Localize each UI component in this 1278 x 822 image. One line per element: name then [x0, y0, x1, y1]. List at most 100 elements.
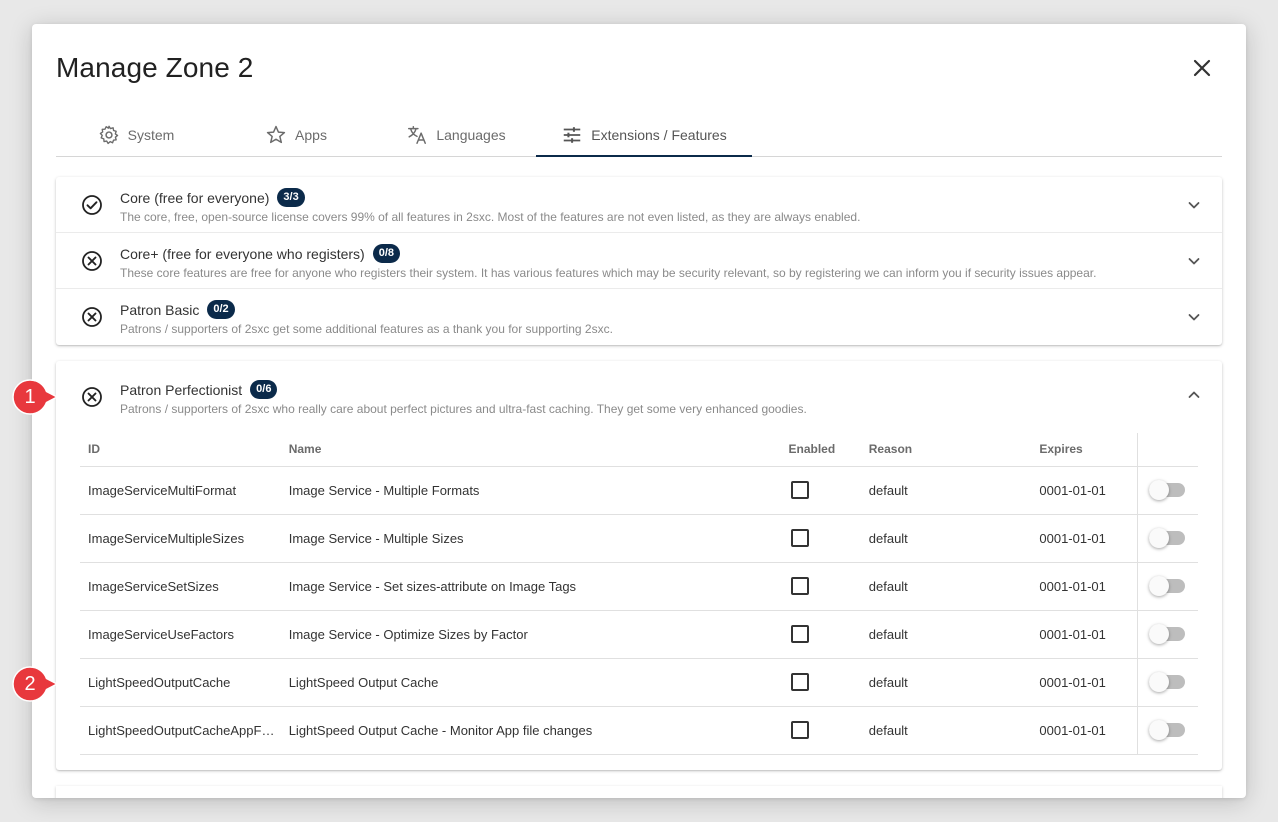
toggle-knob: [1149, 720, 1170, 740]
feature-id: ImageServiceMultipleSizes: [80, 514, 281, 563]
feature-id: LightSpeedOutputCache: [80, 658, 281, 707]
panel-description: The core, free, open-source license cove…: [120, 210, 861, 224]
feature-id: ImageServiceMultiFormat: [80, 466, 281, 515]
star-icon: [266, 125, 286, 144]
enabled-cell: [780, 658, 861, 707]
feature-name: Image Service - Multiple Sizes: [280, 514, 781, 563]
table-row: LightSpeedOutputCache LightSpeed Output …: [80, 658, 1198, 707]
panel-title: Core (free for everyone) 3/3: [120, 188, 305, 207]
feature-toggle[interactable]: [1149, 576, 1186, 596]
table-row: ImageServiceSetSizes Image Service - Set…: [80, 562, 1198, 611]
feature-expires: 0001-01-01: [1031, 658, 1138, 707]
feature-reason: default: [860, 466, 1032, 515]
x-circle-icon: [82, 387, 102, 407]
panel-title: Patron Basic 0/2: [120, 300, 235, 319]
col-enabled[interactable]: Enabled: [780, 433, 861, 467]
chevron-down-icon[interactable]: [1186, 197, 1202, 213]
enabled-checkbox[interactable]: [791, 721, 810, 739]
table-row: ImageServiceMultipleSizes Image Service …: [80, 514, 1198, 563]
feature-name: Image Service - Set sizes-attribute on I…: [280, 562, 781, 611]
panel-title-text: Core+ (free for everyone who registers): [120, 245, 365, 262]
enabled-cell: [780, 706, 861, 755]
chevron-down-icon[interactable]: [1186, 309, 1202, 325]
close-button[interactable]: [1188, 54, 1216, 82]
feature-name: Image Service - Optimize Sizes by Factor: [280, 610, 781, 659]
feature-toggle[interactable]: [1149, 528, 1186, 548]
marker-label: 1: [24, 385, 36, 408]
feature-id: ImageServiceUseFactors: [80, 610, 281, 659]
panel-title-text: Patron Perfectionist: [120, 381, 243, 398]
panel-title-text: Core (free for everyone): [120, 189, 270, 206]
count-badge: 0/8: [372, 244, 401, 263]
toggle-cell: [1137, 658, 1198, 707]
col-reason[interactable]: Reason: [860, 433, 1032, 467]
tab-system[interactable]: System: [56, 114, 216, 156]
tab-apps[interactable]: Apps: [216, 114, 376, 156]
feature-expires: 0001-01-01: [1031, 514, 1138, 563]
panel-patron-basic[interactable]: Patron Basic 0/2 Patrons / supporters of …: [56, 289, 1222, 345]
next-panel-peek: [56, 786, 1222, 798]
panel-description: Patrons / supporters of 2sxc who really …: [120, 402, 807, 416]
col-expires[interactable]: Expires: [1031, 433, 1138, 467]
feature-id: ImageServiceSetSizes: [80, 562, 281, 611]
feature-expires: 0001-01-01: [1031, 562, 1138, 611]
panel-header[interactable]: Patron Perfectionist 0/6 Patrons / suppor…: [56, 361, 1222, 417]
enabled-cell: [780, 514, 861, 563]
chevron-up-icon[interactable]: [1186, 387, 1202, 403]
feature-reason: default: [860, 706, 1032, 755]
panel-title-text: Patron Basic: [120, 301, 200, 318]
chevron-down-icon[interactable]: [1186, 253, 1202, 269]
panel-title: Core+ (free for everyone who registers) 0…: [120, 244, 401, 263]
toggle-cell: [1137, 514, 1198, 563]
tab-bar: System Apps Languages Extensions / Featu…: [56, 114, 1222, 157]
toggle-knob: [1149, 576, 1170, 596]
toggle-knob: [1149, 528, 1170, 548]
col-name[interactable]: Name: [280, 433, 781, 467]
feature-toggle[interactable]: [1149, 672, 1186, 692]
toggle-knob: [1149, 624, 1170, 644]
feature-expires: 0001-01-01: [1031, 466, 1138, 515]
feature-toggle[interactable]: [1149, 624, 1186, 644]
x-circle-icon: [82, 251, 102, 271]
tab-extensions-label: Extensions / Features: [591, 126, 727, 143]
enabled-checkbox[interactable]: [791, 481, 810, 499]
toggle-cell: [1137, 562, 1198, 611]
enabled-cell: [780, 466, 861, 515]
x-circle-icon: [82, 307, 102, 327]
enabled-checkbox[interactable]: [791, 577, 810, 595]
enabled-checkbox[interactable]: [791, 529, 810, 547]
panel-description: Patrons / supporters of 2sxc get some ad…: [120, 322, 613, 336]
toggle-cell: [1137, 610, 1198, 659]
tab-extensions-features[interactable]: Extensions / Features: [536, 114, 752, 157]
tab-languages-label: Languages: [436, 127, 506, 143]
check-circle-icon: [82, 195, 102, 215]
col-id[interactable]: ID: [80, 433, 281, 467]
toggle-cell: [1137, 466, 1198, 515]
feature-toggle[interactable]: [1149, 720, 1186, 740]
panel-core[interactable]: Core (free for everyone) 3/3 The core, fr…: [56, 177, 1222, 233]
feature-name: Image Service - Multiple Formats: [280, 466, 781, 515]
feature-reason: default: [860, 610, 1032, 659]
feature-name: LightSpeed Output Cache: [280, 658, 781, 707]
tune-icon: [564, 126, 581, 143]
feature-reason: default: [860, 562, 1032, 611]
panel-core-plus[interactable]: Core+ (free for everyone who registers) 0…: [56, 233, 1222, 289]
table-row: ImageServiceMultiFormat Image Service - …: [80, 466, 1198, 515]
count-badge: 3/3: [277, 188, 305, 207]
tab-system-label: System: [127, 127, 175, 143]
feature-id: LightSpeedOutputCacheAppF…: [80, 706, 281, 755]
enabled-checkbox[interactable]: [791, 625, 810, 643]
enabled-cell: [780, 562, 861, 611]
marker-label: 2: [24, 672, 36, 695]
feature-toggle[interactable]: [1149, 480, 1186, 500]
panel-title: Patron Perfectionist 0/6: [120, 380, 278, 399]
dialog-title: Manage Zone 2: [56, 52, 254, 83]
count-badge: 0/6: [250, 380, 278, 399]
feature-name: LightSpeed Output Cache - Monitor App fi…: [280, 706, 781, 755]
enabled-checkbox[interactable]: [791, 673, 810, 691]
count-badge: 0/2: [207, 300, 235, 319]
table-header-row: ID Name Enabled Reason Expires: [80, 433, 1198, 467]
toggle-knob: [1149, 480, 1170, 500]
tab-languages[interactable]: Languages: [376, 114, 536, 156]
panel-patron-perfectionist: Patron Perfectionist 0/6 Patrons / suppor…: [56, 361, 1222, 770]
